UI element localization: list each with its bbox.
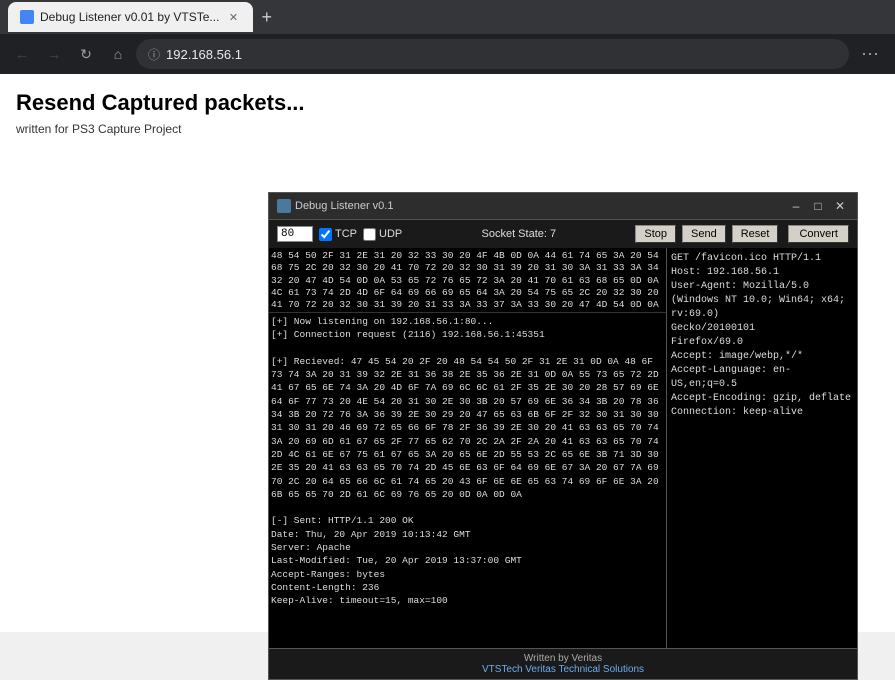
log-line — [271, 342, 664, 355]
left-panel: 48 54 50 2F 31 2E 31 20 32 33 30 20 4F 4… — [269, 248, 667, 648]
log-line: [+] Now listening on 192.168.56.1:80... — [271, 315, 664, 328]
right-panel-line: Accept-Language: en-US,en;q=0.5 — [671, 364, 853, 392]
right-panel-line: User-Agent: Mozilla/5.0 (Windows NT 10.0… — [671, 280, 853, 322]
log-line: Last-Modified: Tue, 20 Apr 2019 13:37:00… — [271, 554, 664, 567]
right-panel-line: Accept: image/webp,*/* — [671, 350, 853, 364]
new-tab-button[interactable]: + — [257, 3, 276, 32]
log-line: Server: Apache — [271, 541, 664, 554]
log-line: [+] Connection request (2116) 192.168.56… — [271, 328, 664, 341]
info-icon: ⓘ — [148, 46, 160, 63]
right-panel-line: GET /favicon.ico HTTP/1.1 — [671, 252, 853, 266]
home-button[interactable]: ⌂ — [104, 40, 132, 68]
tab-favicon — [20, 10, 34, 24]
more-menu-button[interactable]: ⋯ — [853, 40, 887, 69]
debug-close-button[interactable]: ✕ — [831, 197, 849, 215]
tcp-checkbox[interactable] — [319, 228, 332, 241]
debug-titlebar: Debug Listener v0.1 – □ ✕ — [269, 193, 857, 220]
right-panel-line: Connection: keep-alive — [671, 406, 853, 420]
right-panel-line: Firefox/69.0 — [671, 336, 853, 350]
udp-checkbox[interactable] — [363, 228, 376, 241]
debug-window-icon — [277, 199, 291, 213]
log-area[interactable]: [+] Now listening on 192.168.56.1:80...[… — [269, 313, 666, 648]
packet-hex-text: 48 54 50 2F 31 2E 31 20 32 33 30 20 4F 4… — [271, 250, 659, 313]
browser-chrome: Debug Listener v0.01 by VTSTe... ✕ + ← →… — [0, 0, 895, 74]
tcp-checkbox-label[interactable]: TCP — [319, 228, 357, 241]
stop-button[interactable]: Stop — [635, 225, 676, 243]
log-line — [271, 501, 664, 514]
reset-button[interactable]: Reset — [732, 225, 779, 243]
nav-bar: ← → ↻ ⌂ ⓘ 192.168.56.1 ⋯ — [0, 34, 895, 74]
page-subtitle: written for PS3 Capture Project — [16, 122, 879, 136]
log-line: [-] Sent: HTTP/1.1 200 OK — [271, 514, 664, 527]
port-input[interactable] — [277, 226, 313, 242]
tab-close-button[interactable]: ✕ — [225, 11, 241, 24]
convert-button[interactable]: Convert — [788, 225, 849, 243]
socket-state-label: Socket State: 7 — [408, 228, 629, 240]
right-panel-line: Host: 192.168.56.1 — [671, 266, 853, 280]
send-button[interactable]: Send — [682, 225, 726, 243]
reload-button[interactable]: ↻ — [72, 40, 100, 68]
footer-line1: Written by Veritas — [273, 653, 853, 664]
log-line: Content-Length: 236 — [271, 581, 664, 594]
tab-title: Debug Listener v0.01 by VTSTe... — [40, 10, 219, 24]
debug-minimize-button[interactable]: – — [787, 197, 805, 215]
back-button[interactable]: ← — [8, 40, 36, 68]
active-tab[interactable]: Debug Listener v0.01 by VTSTe... ✕ — [8, 2, 253, 32]
log-line: Keep-Alive: timeout=15, max=100 — [271, 594, 664, 607]
log-line: Accept-Ranges: bytes — [271, 568, 664, 581]
packet-area[interactable]: 48 54 50 2F 31 2E 31 20 32 33 30 20 4F 4… — [269, 248, 666, 313]
address-text: 192.168.56.1 — [166, 47, 242, 62]
right-panel[interactable]: GET /favicon.ico HTTP/1.1Host: 192.168.5… — [667, 248, 857, 648]
forward-button[interactable]: → — [40, 40, 68, 68]
udp-checkbox-label[interactable]: UDP — [363, 228, 402, 241]
debug-footer: Written by Veritas VTSTech Veritas Techn… — [269, 648, 857, 679]
log-line: Date: Thu, 20 Apr 2019 10:13:42 GMT — [271, 528, 664, 541]
page-title: Resend Captured packets... — [16, 90, 879, 116]
tab-bar: Debug Listener v0.01 by VTSTe... ✕ + — [0, 0, 895, 34]
right-panel-line: Gecko/20100101 — [671, 322, 853, 336]
right-panel-line: Accept-Encoding: gzip, deflate — [671, 392, 853, 406]
debug-maximize-button[interactable]: □ — [809, 197, 827, 215]
debug-controls: TCP UDP Socket State: 7 Stop Send Reset … — [269, 220, 857, 248]
page-content: Resend Captured packets... written for P… — [0, 74, 895, 632]
log-line: [+] Recieved: 47 45 54 20 2F 20 48 54 54… — [271, 355, 664, 501]
debug-panels: 48 54 50 2F 31 2E 31 20 32 33 30 20 4F 4… — [269, 248, 857, 648]
debug-window-title: Debug Listener v0.1 — [295, 200, 783, 212]
debug-window: Debug Listener v0.1 – □ ✕ TCP UDP Socket… — [268, 192, 858, 680]
footer-line2[interactable]: VTSTech Veritas Technical Solutions — [273, 664, 853, 675]
address-bar[interactable]: ⓘ 192.168.56.1 — [136, 39, 849, 69]
